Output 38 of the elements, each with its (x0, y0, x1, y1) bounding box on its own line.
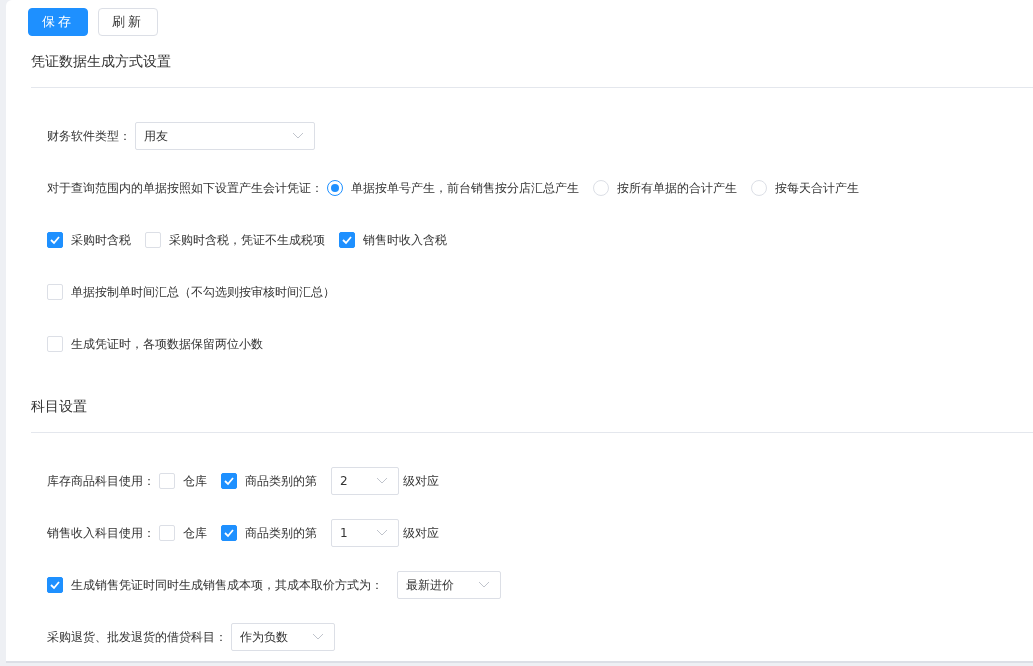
dropdown-field[interactable]: 1 (331, 519, 399, 547)
radio-label[interactable]: 按每天合计产生 (775, 179, 859, 197)
checkbox-label[interactable]: 采购时含税，凭证不生成税项 (169, 231, 325, 249)
chevron-down-icon (292, 132, 304, 140)
checkbox-label[interactable]: 生成销售凭证时同时生成销售成本项，其成本取价方式为： (71, 576, 383, 594)
field-label: 级对应 (403, 472, 439, 490)
checkbox-label[interactable]: 商品类别的第 (245, 524, 317, 542)
checkbox-label[interactable]: 仓库 (183, 472, 207, 490)
chevron-down-icon (312, 633, 324, 641)
field-label: 采购退货、批发退货的借贷科目： (47, 628, 227, 646)
chevron-down-icon (478, 581, 490, 589)
checkbox[interactable] (339, 232, 355, 248)
dropdown-field[interactable]: 用友 (135, 122, 315, 150)
field-label: 销售收入科目使用： (47, 524, 155, 542)
field-label: 库存商品科目使用： (47, 472, 155, 490)
radio-label[interactable]: 单据按单号产生，前台销售按分店汇总产生 (351, 179, 579, 197)
toolbar-button[interactable]: 刷新 (98, 8, 158, 36)
dropdown-field[interactable]: 作为负数 (231, 623, 335, 651)
checkbox[interactable] (47, 232, 63, 248)
checkbox[interactable] (47, 577, 63, 593)
checkbox-label[interactable]: 仓库 (183, 524, 207, 542)
checkbox[interactable] (221, 525, 237, 541)
checkbox-label[interactable]: 生成凭证时，各项数据保留两位小数 (71, 335, 263, 353)
dropdown-field[interactable]: 最新进价 (397, 571, 501, 599)
radio-label[interactable]: 按所有单据的合计产生 (617, 179, 737, 197)
field-label: 财务软件类型： (47, 127, 131, 145)
checkbox-label[interactable]: 销售时收入含税 (363, 231, 447, 249)
section-title: 凭证数据生成方式设置 (30, 52, 172, 71)
dropdown-field[interactable]: 2 (331, 467, 399, 495)
checkbox-label[interactable]: 商品类别的第 (245, 472, 317, 490)
section-title: 科目设置 (30, 397, 88, 416)
chevron-down-icon (376, 529, 388, 537)
checkbox-label[interactable]: 采购时含税 (71, 231, 131, 249)
checkbox-label[interactable]: 单据按制单时间汇总（不勾选则按审核时间汇总） (71, 283, 335, 301)
chevron-down-icon (376, 477, 388, 485)
checkbox[interactable] (221, 473, 237, 489)
field-label: 对于查询范围内的单据按照如下设置产生会计凭证： (47, 179, 323, 197)
field-label: 级对应 (403, 524, 439, 542)
